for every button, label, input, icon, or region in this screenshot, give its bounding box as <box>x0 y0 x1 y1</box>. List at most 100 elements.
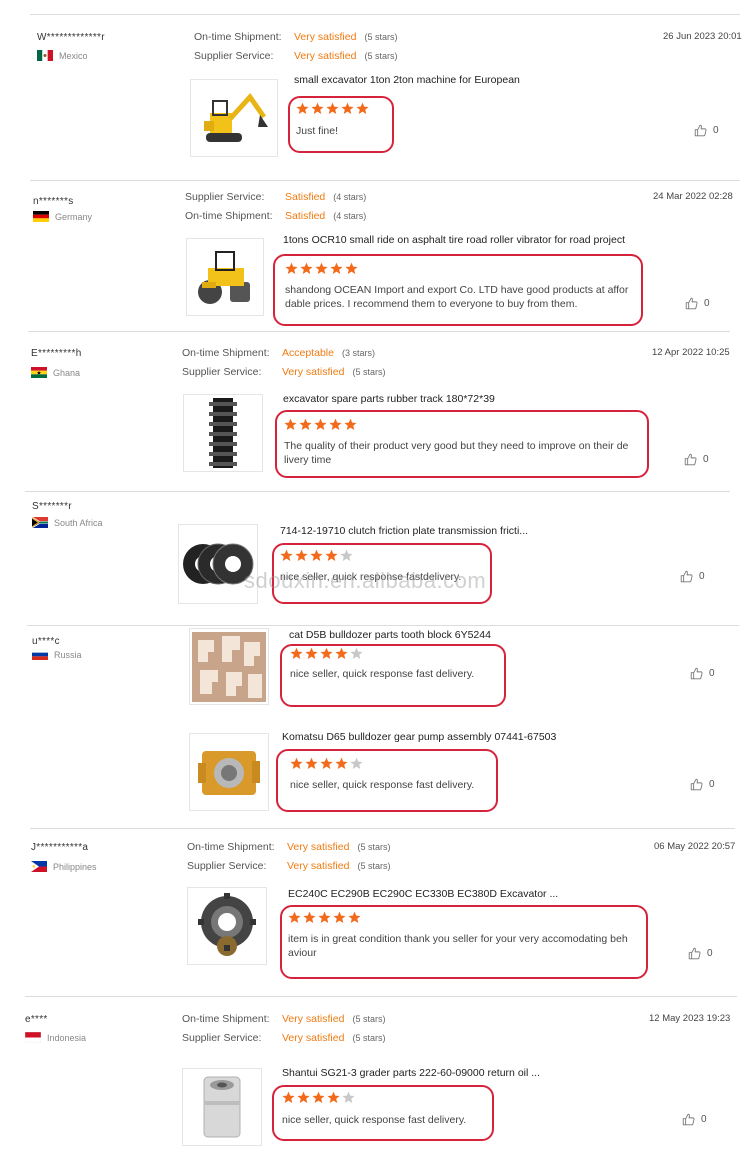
star-rating <box>288 911 361 924</box>
rating-row: Supplier Service: Very satisfied (5 stars) <box>187 860 390 872</box>
star-filled-icon <box>290 647 303 660</box>
reviewer-name: E*********h <box>31 348 82 359</box>
country-name: Russia <box>54 649 82 660</box>
rubber-track-icon[interactable] <box>183 394 263 472</box>
star-rating <box>290 647 363 660</box>
reviewer-country: Mexico <box>37 50 88 61</box>
star-filled-icon <box>348 911 361 924</box>
like-button[interactable]: 0 <box>685 297 710 310</box>
thumbs-up-icon <box>684 453 697 466</box>
star-filled-icon <box>320 647 333 660</box>
rating-row: On-time Shipment: Acceptable (3 stars) <box>182 347 375 359</box>
rating-value: Very satisfied <box>294 50 357 62</box>
like-button[interactable]: 0 <box>694 124 719 137</box>
thumbs-up-icon <box>694 124 707 137</box>
product-title-link[interactable]: EC240C EC290B EC290C EC330B EC380D Excav… <box>288 888 558 900</box>
rating-value: Very satisfied <box>287 860 350 872</box>
like-count: 0 <box>701 1114 707 1125</box>
reviewer-country: Russia <box>32 649 82 660</box>
tooth-block-icon[interactable] <box>189 628 269 705</box>
review-divider <box>30 180 740 181</box>
product-title-link[interactable]: small excavator 1ton 2ton machine for Eu… <box>294 74 520 86</box>
product-title-link[interactable]: 714-12-19710 clutch friction plate trans… <box>280 525 528 537</box>
product-title-link[interactable]: Shantui SG21-3 grader parts 222-60-09000… <box>282 1067 540 1079</box>
star-filled-icon <box>285 262 298 275</box>
rating-star-count: (5 stars) <box>357 842 391 852</box>
rating-value: Very satisfied <box>287 841 350 853</box>
product-title-link[interactable]: 1tons OCR10 small ride on asphalt tire r… <box>283 234 625 246</box>
review-comment: nice seller, quick response fast deliver… <box>290 668 475 680</box>
reviewer-country: Indonesia <box>25 1032 86 1043</box>
review-comment: The quality of their product very good b… <box>284 440 629 466</box>
star-filled-icon <box>327 1091 340 1104</box>
star-filled-icon <box>290 757 303 770</box>
oil-filter-icon[interactable] <box>182 1068 262 1146</box>
star-empty-icon <box>340 549 353 562</box>
rating-star-count: (5 stars) <box>352 1014 386 1024</box>
rating-star-count: (5 stars) <box>352 1033 386 1043</box>
rating-row: Supplier Service: Very satisfied (5 stars) <box>182 1032 385 1044</box>
rating-star-count: (5 stars) <box>364 32 398 42</box>
star-filled-icon <box>297 1091 310 1104</box>
rating-label: Supplier Service: <box>182 1032 262 1044</box>
star-filled-icon <box>314 418 327 431</box>
like-count: 0 <box>709 668 715 679</box>
southafrica-flag-icon <box>32 517 48 528</box>
star-filled-icon <box>312 1091 325 1104</box>
like-button[interactable]: 0 <box>684 453 709 466</box>
thumbs-up-icon <box>680 570 693 583</box>
rating-value: Satisfied <box>285 191 326 203</box>
rating-value: Very satisfied <box>282 1013 345 1025</box>
rating-row: Supplier Service: Very satisfied (5 stars) <box>182 366 385 378</box>
star-filled-icon <box>330 262 343 275</box>
like-button[interactable]: 0 <box>690 667 715 680</box>
product-title-link[interactable]: excavator spare parts rubber track 180*7… <box>283 393 495 405</box>
like-button[interactable]: 0 <box>690 778 715 791</box>
star-filled-icon <box>344 418 357 431</box>
ring-gear-icon[interactable] <box>187 887 267 965</box>
rating-row: On-time Shipment: Very satisfied (5 stars) <box>194 31 397 43</box>
star-filled-icon <box>329 418 342 431</box>
star-filled-icon <box>345 262 358 275</box>
rating-value: Very satisfied <box>294 31 357 43</box>
review-divider <box>27 625 739 626</box>
star-filled-icon <box>280 549 293 562</box>
star-filled-icon <box>305 757 318 770</box>
reviewer-name: e**** <box>25 1014 48 1025</box>
country-name: Germany <box>55 211 93 222</box>
product-title-link[interactable]: cat D5B bulldozer parts tooth block 6Y52… <box>289 629 491 641</box>
star-filled-icon <box>326 102 339 115</box>
review-comment: item is in great condition thank you sel… <box>288 933 628 959</box>
country-name: Mexico <box>59 50 88 61</box>
star-filled-icon <box>333 911 346 924</box>
rating-value: Very satisfied <box>282 366 345 378</box>
reviewer-name: n*******s <box>33 196 74 207</box>
product-title-link[interactable]: Komatsu D65 bulldozer gear pump assembly… <box>282 731 556 743</box>
reviewer-country: Philippines <box>31 861 97 872</box>
indonesia-flag-icon <box>25 1032 41 1043</box>
review-divider <box>30 14 740 15</box>
review-divider <box>25 996 737 997</box>
rating-row: Supplier Service: Satisfied (4 stars) <box>185 191 366 203</box>
star-filled-icon <box>303 911 316 924</box>
rating-row: On-time Shipment: Very satisfied (5 stars) <box>182 1013 385 1025</box>
road-roller-icon[interactable] <box>186 238 264 316</box>
like-button[interactable]: 0 <box>688 947 713 960</box>
star-filled-icon <box>300 262 313 275</box>
star-filled-icon <box>335 647 348 660</box>
rating-row: On-time Shipment: Satisfied (4 stars) <box>185 210 366 222</box>
like-button[interactable]: 0 <box>682 1113 707 1126</box>
rating-star-count: (5 stars) <box>357 861 391 871</box>
star-filled-icon <box>296 102 309 115</box>
excavator-icon[interactable] <box>190 79 278 157</box>
gear-pump-icon[interactable] <box>189 733 269 811</box>
like-button[interactable]: 0 <box>680 570 705 583</box>
review-date: 26 Jun 2023 20:01 <box>663 31 742 42</box>
rating-star-count: (5 stars) <box>352 367 386 377</box>
country-name: Indonesia <box>47 1032 87 1043</box>
star-filled-icon <box>325 549 338 562</box>
star-empty-icon <box>350 757 363 770</box>
star-filled-icon <box>284 418 297 431</box>
reviewer-country: South Africa <box>32 517 103 528</box>
rating-label: Supplier Service: <box>182 366 262 378</box>
